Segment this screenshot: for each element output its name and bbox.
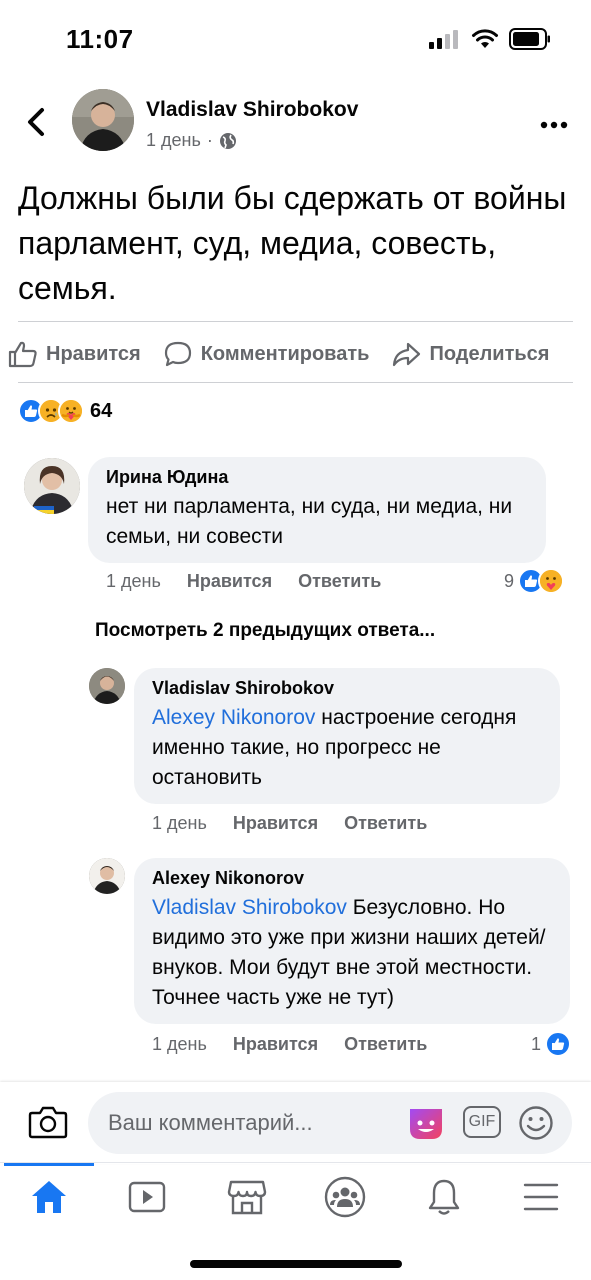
menu-icon xyxy=(523,1183,559,1211)
author-avatar[interactable] xyxy=(72,89,134,151)
tab-groups[interactable] xyxy=(323,1175,367,1219)
comment-input-placeholder: Ваш комментарий... xyxy=(108,1110,313,1135)
view-previous-replies[interactable]: Посмотреть 2 предыдущих ответа... xyxy=(95,620,435,642)
groups-icon xyxy=(324,1176,366,1218)
reply-mention[interactable]: Alexey Nikonorov xyxy=(152,706,315,729)
comment-composer-bar: Ваш комментарий... GIF xyxy=(0,1082,591,1164)
divider-top xyxy=(18,321,573,322)
comment-bubble[interactable]: Ирина Юдина нет ни парламента, ни суда, … xyxy=(88,457,546,563)
share-icon xyxy=(393,342,421,367)
like-button[interactable]: Нравится xyxy=(8,340,141,368)
reply-avatar[interactable] xyxy=(89,668,125,704)
reply-reaction-count: 1 xyxy=(531,1033,542,1054)
signal-icon xyxy=(429,30,458,49)
reply-bubble[interactable]: Vladislav Shirobokov Alexey Nikonorov на… xyxy=(134,668,560,804)
comment-time[interactable]: 1 день xyxy=(106,571,161,592)
bottom-tab-bar xyxy=(0,1162,591,1232)
reply-time[interactable]: 1 день xyxy=(152,813,207,834)
comment-like-button[interactable]: Нравится xyxy=(187,571,272,592)
comment-meta: 1 день Нравится Ответить xyxy=(106,571,381,592)
reply-author[interactable]: Vladislav Shirobokov xyxy=(152,678,542,699)
tab-video[interactable] xyxy=(125,1175,169,1219)
comment-icon xyxy=(164,341,191,367)
share-label: Поделиться xyxy=(429,342,550,365)
tab-home[interactable] xyxy=(27,1175,71,1219)
post-meta: 1 день · xyxy=(146,130,237,151)
video-icon xyxy=(128,1181,166,1213)
post-header: Vladislav Shirobokov 1 день · xyxy=(0,88,591,158)
comment-reply-button[interactable]: Ответить xyxy=(298,571,381,592)
marketplace-icon xyxy=(227,1180,267,1215)
comment-reaction-count: 9 xyxy=(504,570,515,591)
reply-text: Alexey Nikonorov настроение сегодня имен… xyxy=(152,703,542,793)
reply-bubble[interactable]: Alexey Nikonorov Vladislav Shirobokov Бе… xyxy=(134,858,570,1024)
comment-button[interactable]: Комментировать xyxy=(163,340,370,368)
reactions-summary[interactable]: 64 xyxy=(18,398,112,424)
wifi-icon xyxy=(472,29,498,48)
like-reaction-icon xyxy=(545,1031,572,1057)
reply-author[interactable]: Alexey Nikonorov xyxy=(152,868,552,889)
reply-meta: 1 день Нравится Ответить xyxy=(152,1034,427,1055)
care-reaction-icon xyxy=(58,398,84,424)
meta-separator: · xyxy=(206,130,213,150)
care-reaction-icon xyxy=(538,568,565,594)
thumbs-up-icon xyxy=(8,341,37,368)
post-author[interactable]: Vladislav Shirobokov xyxy=(146,98,358,122)
status-bar: 11:07 xyxy=(0,0,591,80)
post-actions: Нравится Комментировать Поделиться xyxy=(8,332,591,376)
tab-marketplace[interactable] xyxy=(225,1175,269,1219)
tab-menu[interactable] xyxy=(519,1175,563,1219)
reactions-count: 64 xyxy=(90,399,113,422)
back-icon[interactable] xyxy=(22,104,52,140)
comment-text: нет ни парламента, ни суда, ни медиа, ни… xyxy=(106,495,513,548)
gif-button[interactable]: GIF xyxy=(463,1106,501,1138)
reply-reply-button[interactable]: Ответить xyxy=(344,1034,427,1055)
reply-avatar[interactable] xyxy=(89,858,125,894)
reply-meta: 1 день Нравится Ответить xyxy=(152,813,427,834)
globe-icon xyxy=(219,132,236,149)
notifications-icon xyxy=(428,1179,460,1215)
share-button[interactable]: Поделиться xyxy=(391,340,549,368)
avatar-sticker-icon[interactable] xyxy=(406,1103,446,1143)
status-icons xyxy=(429,28,551,50)
post-time[interactable]: 1 день xyxy=(146,130,201,151)
reply-mention[interactable]: Vladislav Shirobokov xyxy=(152,896,347,919)
reply-reply-button[interactable]: Ответить xyxy=(344,813,427,834)
status-time: 11:07 xyxy=(66,24,134,54)
home-indicator xyxy=(190,1260,402,1268)
comment-input[interactable]: Ваш комментарий... GIF xyxy=(88,1092,572,1154)
active-tab-indicator xyxy=(4,1163,94,1166)
comment-author[interactable]: Ирина Юдина xyxy=(106,467,528,488)
reply-text: Vladislav Shirobokov Безусловно. Но види… xyxy=(152,893,552,1013)
home-icon xyxy=(32,1181,66,1213)
comment-reactions[interactable]: 9 xyxy=(504,568,565,594)
divider-bottom xyxy=(18,382,573,383)
emoji-icon[interactable] xyxy=(518,1105,554,1141)
battery-icon xyxy=(509,28,550,50)
reply-time[interactable]: 1 день xyxy=(152,1034,207,1055)
camera-icon[interactable] xyxy=(28,1104,68,1140)
comment-label: Комментировать xyxy=(200,342,370,365)
like-label: Нравится xyxy=(46,342,141,365)
commenter-avatar[interactable] xyxy=(24,458,80,514)
reply-like-button[interactable]: Нравится xyxy=(233,813,318,834)
more-options-icon[interactable] xyxy=(539,110,569,140)
reply-like-button[interactable]: Нравится xyxy=(233,1034,318,1055)
post-text: Должны были бы сдержать от войны парламе… xyxy=(18,180,567,306)
reply-reactions[interactable]: 1 xyxy=(531,1031,572,1057)
gif-label: GIF xyxy=(468,1113,496,1130)
tab-notifications[interactable] xyxy=(422,1175,466,1219)
